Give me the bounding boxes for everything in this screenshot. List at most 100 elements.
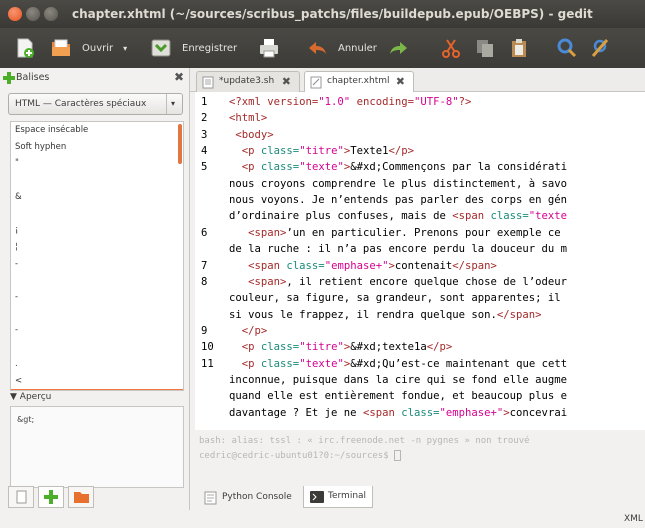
side-tab-tags[interactable]: [38, 486, 64, 508]
tab-label: Terminal: [328, 491, 367, 501]
close-panel-icon[interactable]: ✖: [174, 70, 184, 84]
code-text: <?xml version="1.0" encoding="UTF-8"?>: [229, 96, 472, 108]
code-line[interactable]: 5 <p class="texte">&#xd;Commençons par l…: [195, 161, 567, 177]
tag-group-select[interactable]: HTML — Caractères spéciaux ▾: [8, 93, 183, 115]
side-tab-documents[interactable]: [8, 486, 34, 508]
chevron-down-icon: ▾: [166, 94, 182, 114]
code-line[interactable]: 11 <p class="texte">&#xd;Qu’est-ce maint…: [195, 358, 567, 374]
tag-list-item[interactable]: [11, 272, 183, 288]
code-line[interactable]: nous croyons comprendre le plus distinct…: [195, 178, 567, 194]
line-number: 2: [201, 112, 208, 125]
code-text: </p>: [241, 324, 268, 337]
code-line[interactable]: si vous le frappez, il rendra quelque so…: [195, 309, 542, 325]
code-text: si vous le frappez, il rendra quelque so…: [229, 308, 542, 321]
tag-list-item[interactable]: -: [11, 322, 183, 338]
tag-list-scrollbar[interactable]: [178, 124, 182, 164]
code-line[interactable]: 9 </p>: [195, 325, 267, 341]
side-panel-header: Balises ✖: [0, 68, 190, 88]
tag-list-item[interactable]: ": [11, 155, 183, 171]
tag-list-item[interactable]: ¦: [11, 239, 183, 255]
code-text: <p class="titre">&#xd;texte1a</p>: [241, 341, 453, 354]
code-editor[interactable]: 1 <?xml version="1.0" encoding="UTF-8"?> 2…: [195, 92, 645, 430]
code-line[interactable]: 7 <span class="emphase+">contenait</span…: [195, 260, 497, 276]
markup-file-icon: [310, 76, 322, 92]
save-button[interactable]: Enregistrer: [150, 36, 237, 60]
status-bar: XML: [0, 510, 645, 528]
code-text: <p class="texte">&#xd;Commençons par la …: [241, 161, 568, 174]
tab-python-console[interactable]: Python Console: [197, 486, 299, 508]
code-text: <p class="titre">Texte1</p>: [241, 145, 415, 158]
paste-button[interactable]: [508, 36, 530, 60]
code-line[interactable]: inconnue, puisque dans la cire qui se fo…: [195, 374, 567, 390]
tag-list-item[interactable]: <: [11, 373, 183, 389]
tag-list-item[interactable]: [11, 206, 183, 222]
open-button[interactable]: Ouvrir ▾: [50, 36, 127, 60]
code-text: quand elle est entièrement fondue, et be…: [229, 390, 568, 403]
tab-update3-sh[interactable]: *update3.sh ✖: [196, 71, 300, 92]
preview-title: Aperçu: [19, 392, 52, 402]
code-line[interactable]: 4 <p class="titre">Texte1</p>: [195, 145, 414, 161]
code-line[interactable]: 3 <body>: [195, 129, 274, 145]
replace-button[interactable]: [590, 36, 612, 60]
language-indicator[interactable]: XML: [624, 514, 643, 524]
copy-button[interactable]: [474, 36, 496, 60]
line-number: 8: [201, 275, 208, 288]
code-line[interactable]: 2 <html>: [195, 112, 267, 128]
side-panel-title: Balises: [16, 72, 50, 83]
preview-expander[interactable]: ▼ Aperçu: [10, 392, 51, 402]
tab-chapter-xhtml[interactable]: chapter.xhtml ✖: [304, 71, 414, 92]
tag-list-item[interactable]: &: [11, 189, 183, 205]
code-text: couleur, sa figure, sa grandeur, sont ap…: [229, 292, 561, 305]
code-line[interactable]: 6 <span>’un en particulier. Prenons pour…: [195, 227, 561, 243]
terminal-panel[interactable]: bash: alias: tssl : « irc.freenode.net -…: [195, 432, 645, 482]
document-icon: [16, 490, 27, 504]
tab-terminal[interactable]: Terminal: [303, 486, 373, 508]
tag-list-item[interactable]: Soft hyphen: [11, 139, 183, 155]
tags-plugin-icon: [2, 71, 16, 88]
redo-button[interactable]: [388, 36, 410, 60]
code-text: <body>: [235, 128, 274, 141]
tag-list-item[interactable]: -: [11, 256, 183, 272]
code-text: inconnue, puisque dans la cire qui se fo…: [229, 373, 568, 386]
code-line[interactable]: 8 <span>, il retient encore quelque chos…: [195, 276, 567, 292]
terminal-line: bash: alias: tssl : « irc.freenode.net -…: [199, 436, 530, 446]
code-text: <p class="texte">&#xd;Qu’est-ce maintena…: [241, 357, 568, 370]
code-line[interactable]: de la ruche : il n’a pas encore perdu la…: [195, 243, 567, 259]
open-dropdown-arrow-icon[interactable]: ▾: [123, 44, 127, 53]
tag-list-item[interactable]: ¡: [11, 222, 183, 238]
tab-label: Python Console: [222, 492, 292, 502]
code-text: <span class="emphase+">contenait</span>: [248, 259, 497, 272]
tag-list-item[interactable]: Espace insécable: [11, 122, 183, 138]
close-tab-icon[interactable]: ✖: [282, 75, 291, 88]
tag-list-item[interactable]: [11, 172, 183, 188]
code-line[interactable]: nous voyons. Je n’entends pas parler des…: [195, 194, 567, 210]
code-line[interactable]: davantage ? Et je ne <span class="emphas…: [195, 407, 567, 423]
print-button[interactable]: [258, 36, 280, 60]
new-document-button[interactable]: [14, 36, 36, 60]
tag-list-item[interactable]: [11, 306, 183, 322]
code-line[interactable]: 10 <p class="titre">&#xd;texte1a</p>: [195, 341, 452, 357]
tag-list-item[interactable]: [11, 339, 183, 355]
maximize-window-button[interactable]: [44, 7, 58, 21]
code-line[interactable]: quand elle est entièrement fondue, et be…: [195, 390, 567, 406]
close-window-button[interactable]: [8, 7, 22, 21]
bottom-panel-tabs: Python Console Terminal: [195, 484, 645, 510]
close-tab-icon[interactable]: ✖: [396, 75, 405, 88]
python-console-icon: [204, 491, 217, 508]
minimize-window-button[interactable]: [26, 7, 40, 21]
new-document-icon: [14, 37, 36, 59]
cut-button[interactable]: [440, 36, 462, 60]
code-text: <span>, il retient encore quelque chose …: [248, 275, 568, 288]
code-line[interactable]: couleur, sa figure, sa grandeur, sont ap…: [195, 292, 561, 308]
side-tab-file-browser[interactable]: [68, 486, 94, 508]
search-icon: [556, 37, 578, 59]
undo-button[interactable]: Annuler: [306, 36, 377, 60]
terminal-cursor: [394, 450, 402, 461]
tag-list-item[interactable]: -: [11, 289, 183, 305]
tag-list-item[interactable]: >: [11, 389, 183, 390]
tag-list-item[interactable]: .: [11, 356, 183, 372]
code-line[interactable]: d’ordinaire plus confuses, mais de <span…: [195, 210, 567, 226]
line-number: 4: [201, 145, 208, 158]
code-line[interactable]: 1 <?xml version="1.0" encoding="UTF-8"?>: [195, 96, 471, 112]
search-button[interactable]: [556, 36, 578, 60]
